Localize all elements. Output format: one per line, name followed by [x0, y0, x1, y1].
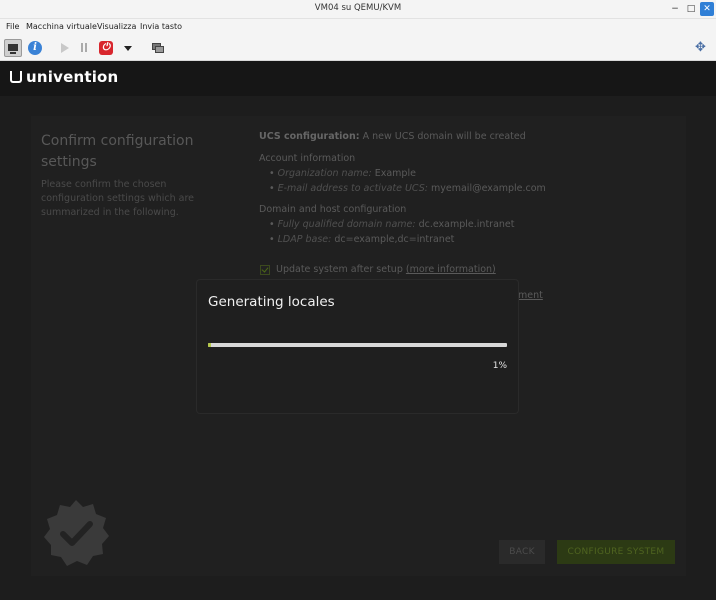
email-value: myemail@example.com — [431, 183, 546, 194]
screenshot-icon[interactable] — [149, 39, 167, 57]
menu-view[interactable]: Visualizza — [97, 22, 136, 31]
univention-logo-icon — [10, 71, 22, 83]
back-button[interactable]: BACK — [499, 540, 545, 564]
ldap-line: • LDAP base: dc=example,dc=intranet — [269, 234, 455, 245]
menu-virtual-machine[interactable]: Macchina virtuale — [26, 22, 97, 31]
progress-bar-fill — [208, 343, 211, 347]
email-line: • E-mail address to activate UCS: myemai… — [269, 183, 546, 194]
close-button[interactable]: ✕ — [700, 2, 714, 16]
ucs-configuration-line: UCS configuration: A new UCS domain will… — [259, 131, 526, 142]
progress-dialog: Generating locales 1% — [197, 280, 518, 413]
ucs-configuration-value: A new UCS domain will be created — [362, 131, 526, 142]
progress-bar — [208, 343, 507, 347]
update-system-line: Update system after setup (more informat… — [276, 264, 496, 275]
menu-send-key[interactable]: Invia tasto — [140, 22, 182, 31]
power-icon[interactable]: ⏻ — [97, 39, 115, 57]
verified-badge-icon — [44, 500, 109, 566]
update-system-checkbox[interactable] — [260, 265, 270, 275]
app-window: VM04 su QEMU/KVM − □ ✕ File Macchina vir… — [0, 0, 716, 600]
title-bar: VM04 su QEMU/KVM − □ ✕ — [0, 0, 716, 19]
page-title: Confirm configuration settings — [41, 133, 194, 170]
maximize-button[interactable]: □ — [684, 2, 698, 16]
org-name-label: Organization name: — [277, 168, 372, 179]
minimize-button[interactable]: − — [668, 2, 682, 16]
window-title: VM04 su QEMU/KVM — [314, 3, 402, 13]
org-name-line: • Organization name: Example — [269, 168, 416, 179]
menu-bar: File Macchina virtuale Visualizza Invia … — [0, 19, 716, 35]
email-label: E-mail address to activate UCS: — [277, 183, 428, 194]
fqdn-label: Fully qualified domain name: — [277, 219, 416, 230]
more-information-link[interactable]: (more information) — [406, 264, 496, 275]
resize-icon[interactable]: ✥ — [693, 39, 711, 57]
chevron-down-icon[interactable] — [120, 39, 138, 57]
progress-percent: 1% — [492, 361, 507, 371]
ucs-header: univention — [0, 61, 716, 96]
org-name-value: Example — [374, 168, 416, 179]
configure-system-button[interactable]: CONFIGURE SYSTEM — [557, 540, 675, 564]
info-icon[interactable]: i — [26, 39, 44, 57]
toolbar: i ⏻ ✥ — [0, 35, 716, 61]
pause-icon[interactable] — [76, 39, 94, 57]
fqdn-line: • Fully qualified domain name: dc.exampl… — [269, 219, 515, 230]
page-description: Please confirm the chosen configuration … — [41, 179, 194, 218]
account-info-heading: Account information — [259, 153, 356, 164]
ucs-configuration-label: UCS configuration: — [259, 131, 360, 142]
ldap-value: dc=example,dc=intranet — [334, 234, 455, 245]
ldap-label: LDAP base: — [277, 234, 332, 245]
menu-file[interactable]: File — [6, 22, 19, 31]
partial-link[interactable]: ment — [518, 290, 543, 301]
dialog-title: Generating locales — [208, 294, 335, 310]
update-system-label: Update system after setup — [276, 264, 403, 275]
brand-name: univention — [26, 68, 119, 86]
checkmark-icon — [261, 265, 269, 273]
fqdn-value: dc.example.intranet — [418, 219, 515, 230]
play-icon[interactable] — [56, 39, 74, 57]
domain-config-heading: Domain and host configuration — [259, 204, 407, 215]
monitor-icon[interactable] — [4, 39, 22, 57]
